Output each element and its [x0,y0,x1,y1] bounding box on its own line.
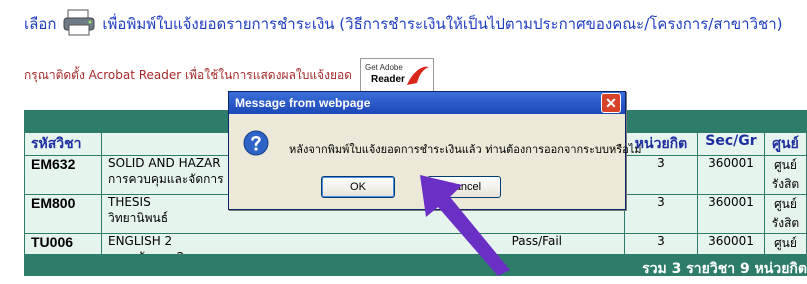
col-header-center: ศูนย์ [764,132,807,156]
print-instruction-line: เลือก เพื่อพิมพ์ใบแจ้งยอดรายการชำระเงิน … [24,6,782,42]
summary-text: รวม 3 รายวิชา 9 หน่วยกิต [642,261,807,277]
question-icon [243,130,269,156]
acrobat-swirl-icon [406,66,429,85]
course-credits: 3 [624,155,698,195]
ok-button[interactable]: OK [321,176,395,198]
dialog-title: Message from webpage [235,96,371,110]
acrobat-reader-label: Reader [370,74,405,85]
install-notice: กรุณาติดตั้ง Acrobat Reader เพื่อใช้ในกา… [24,67,352,82]
course-credits: 3 [624,194,698,234]
course-center: ศูนย์รังสิต [764,155,807,195]
course-sec: 360001 [697,155,765,195]
install-notice-line: กรุณาติดตั้ง Acrobat Reader เพื่อใช้ในกา… [24,58,434,92]
col-header-sec: Sec/Gr [697,132,765,156]
select-text: เลือก [24,15,57,33]
arrow-pointer-icon [420,175,510,276]
col-header-code: รหัสวิชา [24,132,102,156]
course-center: ศูนย์รังสิต [764,194,807,234]
course-code: EM632 [24,155,102,195]
dialog-titlebar[interactable]: Message from webpage ✕ [229,92,625,114]
acrobat-reader-badge[interactable]: Get Adobe Reader [359,58,434,92]
close-icon[interactable]: ✕ [601,93,621,113]
print-link[interactable]: เพื่อพิมพ์ใบแจ้งยอดรายการชำระเงิน (วิธีก… [102,12,782,36]
dialog-message: หลังจากพิมพ์ใบแจ้งยอดการชำระเงินแล้ว ท่า… [289,143,642,156]
acrobat-get-label: Get Adobe [364,63,403,72]
printer-icon[interactable] [62,8,96,40]
course-sec: 360001 [697,194,765,234]
course-code: EM800 [24,194,102,234]
